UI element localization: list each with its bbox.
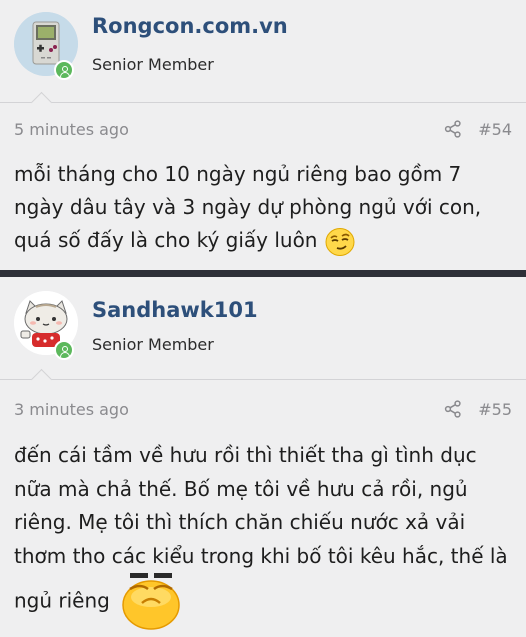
smirk-emoji-icon <box>325 227 355 256</box>
username-link[interactable]: Rongcon.com.vn <box>92 14 288 38</box>
post-text: mỗi tháng cho 10 ngày ngủ riêng bao gồm … <box>14 162 482 252</box>
user-role: Senior Member <box>92 55 214 74</box>
share-icon[interactable] <box>444 120 462 138</box>
post-number-link[interactable]: #55 <box>478 400 512 419</box>
annoyed-emoji-icon <box>122 573 180 630</box>
post-meta: 5 minutes ago #54 <box>0 116 526 144</box>
share-icon[interactable] <box>444 400 462 418</box>
user-role: Senior Member <box>92 335 214 354</box>
online-status-icon <box>54 340 74 360</box>
post-55: Sandhawk101 Senior Member 3 minutes ago … <box>0 277 526 637</box>
online-status-icon <box>54 60 74 80</box>
post-header: Rongcon.com.vn Senior Member <box>0 0 526 103</box>
post-54: Rongcon.com.vn Senior Member 5 minutes a… <box>0 0 526 270</box>
username-link[interactable]: Sandhawk101 <box>92 298 258 322</box>
post-text: đến cái tầm về hưu rồi thì thiết tha gì … <box>14 443 508 613</box>
post-content: đến cái tầm về hưu rồi thì thiết tha gì … <box>14 439 514 631</box>
post-number-link[interactable]: #54 <box>478 120 512 139</box>
post-time[interactable]: 3 minutes ago <box>14 400 129 419</box>
post-header: Sandhawk101 Senior Member <box>0 277 526 380</box>
post-meta: 3 minutes ago #55 <box>0 396 526 424</box>
post-time[interactable]: 5 minutes ago <box>14 120 129 139</box>
post-content: mỗi tháng cho 10 ngày ngủ riêng bao gồm … <box>14 158 514 257</box>
post-divider <box>0 270 526 277</box>
